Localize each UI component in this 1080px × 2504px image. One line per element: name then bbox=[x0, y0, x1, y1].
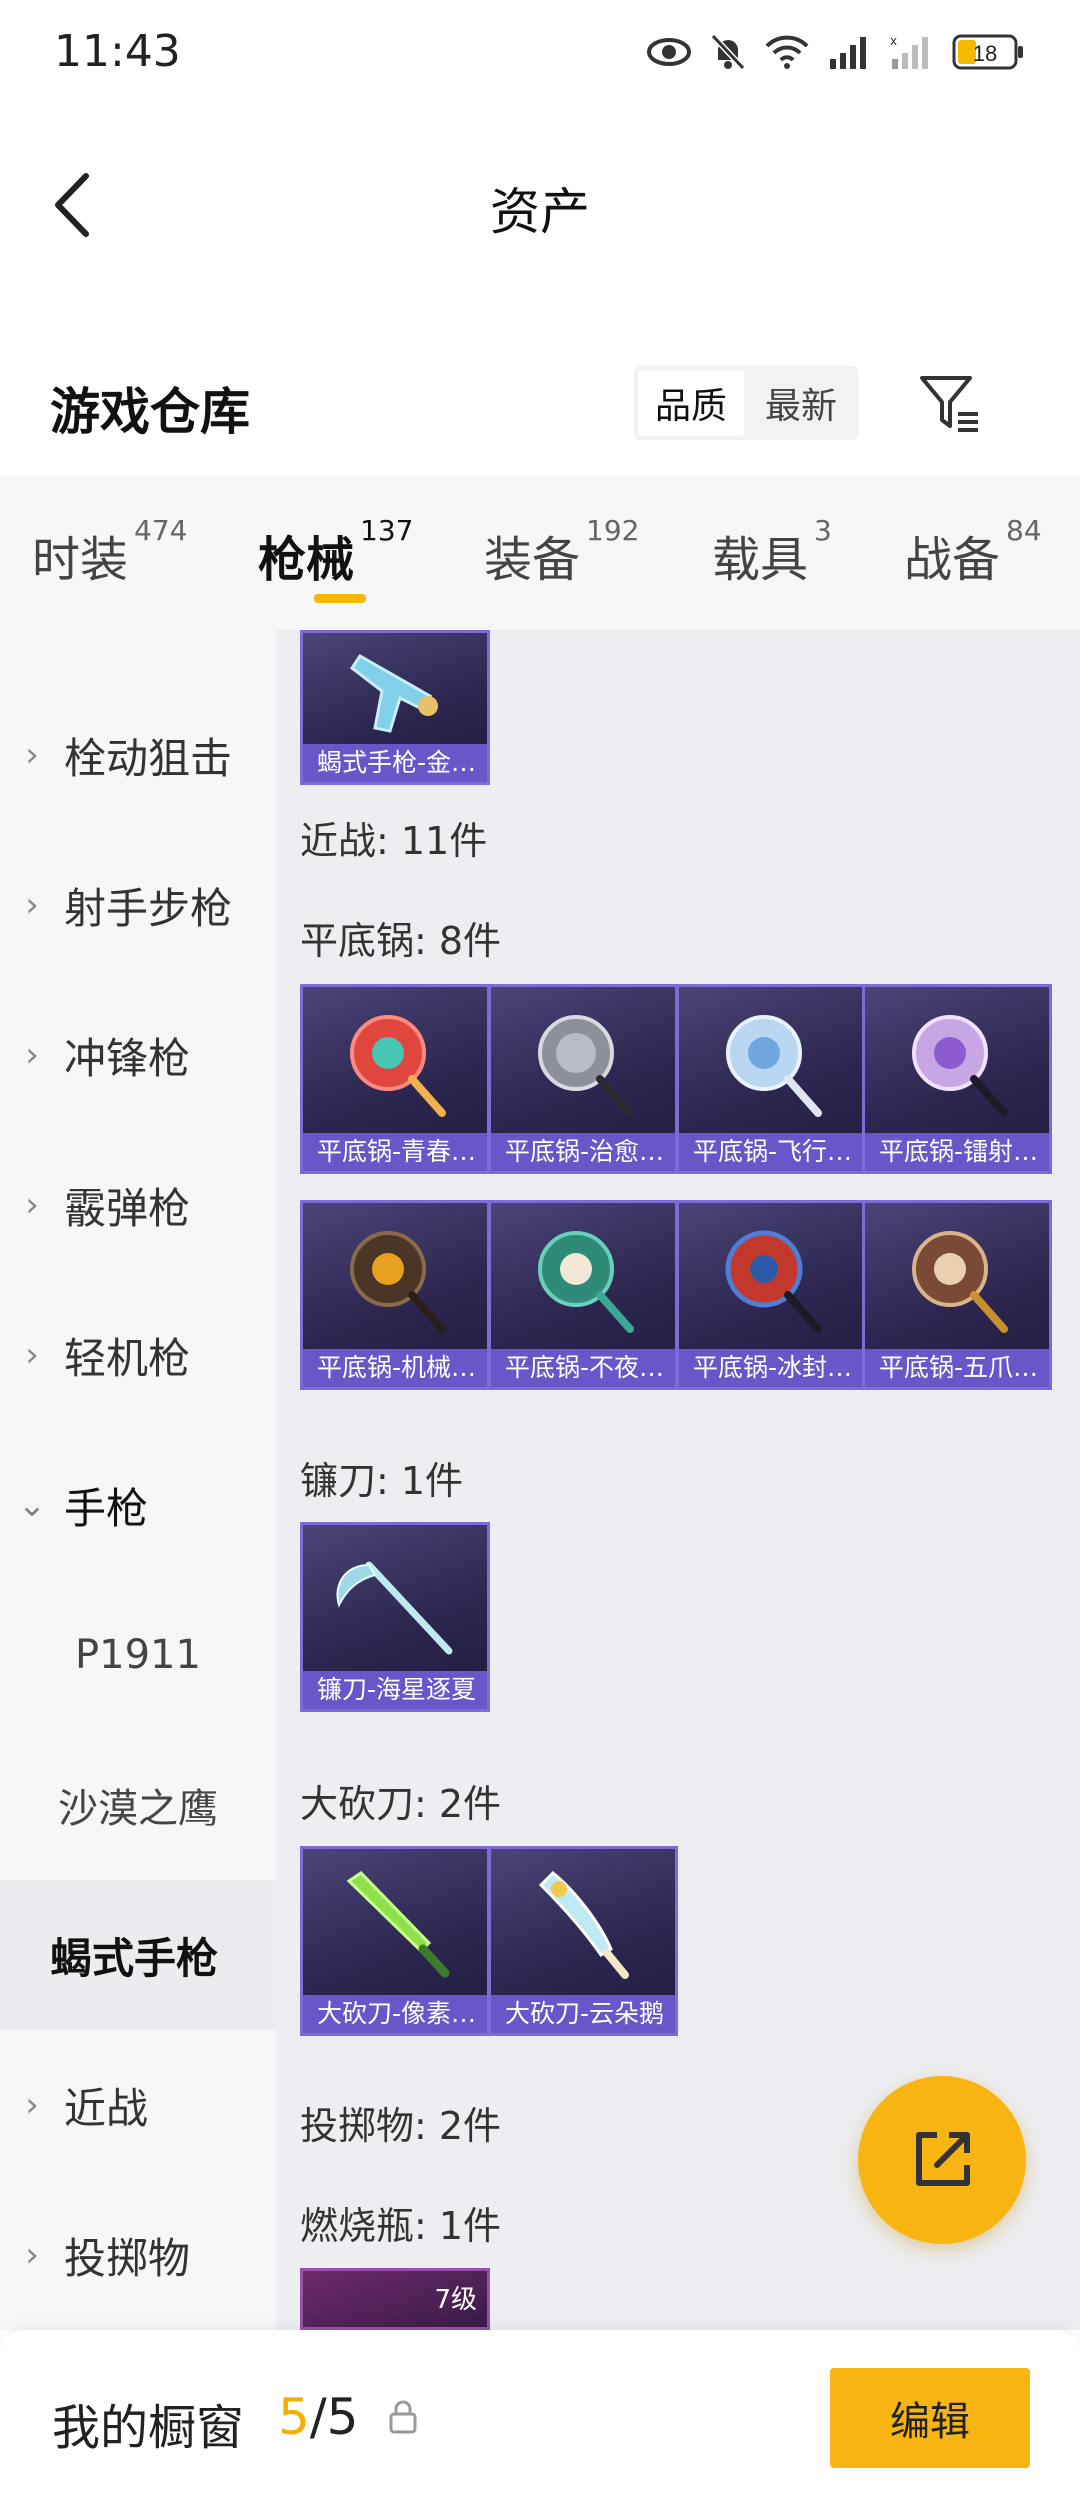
pistol-skin-image bbox=[303, 633, 487, 748]
tab-equipment[interactable]: 装备192 bbox=[484, 514, 639, 590]
sidebar-item-bolt-sniper[interactable]: › 栓动狙击 bbox=[0, 680, 276, 830]
share-icon bbox=[916, 2132, 970, 2186]
sickle-skin-image bbox=[303, 1525, 487, 1675]
machete-skin-image bbox=[303, 1849, 487, 1999]
item-card[interactable]: 平底锅-青春… bbox=[300, 984, 490, 1174]
section-header-machete: 大砍刀: 2件 bbox=[300, 1782, 502, 1826]
sidebar-subitem-p1911[interactable]: P1911 bbox=[0, 1580, 276, 1730]
battery-icon: 18 bbox=[952, 34, 1023, 70]
sort-newest-button[interactable]: 最新 bbox=[748, 366, 854, 440]
item-card[interactable]: 镰刀-海星逐夏 bbox=[300, 1522, 490, 1712]
section-header-sickle: 镰刀: 1件 bbox=[300, 1459, 464, 1503]
item-card[interactable]: 大砍刀-像素… bbox=[300, 1846, 490, 2036]
pan-skin-image bbox=[491, 1203, 675, 1353]
pan-skin-image bbox=[303, 1203, 487, 1353]
chevron-right-icon: › bbox=[25, 1335, 39, 1375]
sidebar-item-throwables[interactable]: › 投掷物 bbox=[0, 2180, 276, 2330]
item-card[interactable]: 平底锅-飞行… bbox=[676, 984, 866, 1174]
sidebar-item-shotgun[interactable]: › 霰弹枪 bbox=[0, 1130, 276, 1280]
filter-icon[interactable] bbox=[918, 372, 982, 436]
item-card[interactable]: 平底锅-镭射… bbox=[862, 984, 1052, 1174]
chevron-right-icon: › bbox=[25, 885, 39, 925]
sort-quality-button[interactable]: 品质 bbox=[638, 370, 744, 436]
item-card[interactable]: 平底锅-治愈… bbox=[488, 984, 678, 1174]
pan-skin-image bbox=[491, 987, 675, 1137]
item-card[interactable]: 平底锅-冰封… bbox=[676, 1200, 866, 1390]
item-card[interactable]: 平底锅-不夜… bbox=[488, 1200, 678, 1390]
warehouse-title: 游戏仓库 bbox=[50, 383, 250, 441]
status-icons: x 18 bbox=[646, 28, 1026, 76]
item-card[interactable]: 大砍刀-云朵鹅 bbox=[488, 1846, 678, 2036]
signal-weak-icon: x bbox=[890, 35, 928, 69]
section-header-throwables: 投掷物: 2件 bbox=[300, 2104, 502, 2148]
status-time: 11:43 bbox=[54, 26, 181, 77]
status-bar: 11:43 x 18 bbox=[0, 0, 1080, 104]
tab-firearms[interactable]: 枪械137 bbox=[258, 514, 413, 590]
level-badge: 7级 bbox=[434, 2285, 477, 2315]
tab-vehicles[interactable]: 载具3 bbox=[712, 514, 832, 590]
showcase-count: 5/5 bbox=[278, 2388, 359, 2446]
sidebar-item-melee[interactable]: › 近战 bbox=[0, 2030, 276, 2180]
wifi-icon bbox=[765, 35, 809, 69]
active-tab-indicator bbox=[314, 594, 366, 603]
section-header-pan: 平底锅: 8件 bbox=[300, 919, 502, 963]
tab-fashion[interactable]: 时装474 bbox=[32, 514, 187, 590]
machete-skin-image bbox=[491, 1849, 675, 1999]
bell-muted-icon bbox=[710, 33, 746, 71]
pan-skin-image bbox=[303, 987, 487, 1137]
showcase-label: 我的橱窗 bbox=[52, 2400, 245, 2456]
item-card[interactable]: 7级 bbox=[300, 2268, 490, 2330]
item-card[interactable]: 平底锅-机械… bbox=[300, 1200, 490, 1390]
sidebar-item-lmg[interactable]: › 轻机枪 bbox=[0, 1280, 276, 1430]
item-card[interactable]: 平底锅-五爪… bbox=[862, 1200, 1052, 1390]
sidebar-subitem-scorpion[interactable]: 蝎式手枪 bbox=[0, 1880, 276, 2030]
chevron-right-icon: › bbox=[25, 1185, 39, 1225]
chevron-right-icon: › bbox=[25, 1035, 39, 1075]
section-header-melee: 近战: 11件 bbox=[300, 819, 488, 863]
chevron-down-icon: ⌄ bbox=[17, 1485, 47, 1525]
sidebar-item-marksman-rifle[interactable]: › 射手步枪 bbox=[0, 830, 276, 980]
pan-skin-image bbox=[865, 1203, 1049, 1353]
pan-skin-image bbox=[865, 987, 1049, 1137]
svg-text:x: x bbox=[890, 35, 897, 48]
edit-button[interactable]: 编辑 bbox=[830, 2368, 1030, 2468]
item-card[interactable]: 蝎式手枪-金… bbox=[300, 630, 490, 785]
lock-icon bbox=[389, 2400, 417, 2434]
sidebar-subitem-desert-eagle[interactable]: 沙漠之鹰 bbox=[0, 1730, 276, 1880]
chevron-right-icon: › bbox=[25, 2235, 39, 2275]
eye-icon bbox=[647, 38, 691, 66]
chevron-right-icon: › bbox=[25, 2085, 39, 2125]
page-title: 资产 bbox=[490, 183, 590, 241]
section-header-molotov: 燃烧瓶: 1件 bbox=[300, 2204, 502, 2248]
sort-toggle: 品质 最新 bbox=[634, 366, 858, 440]
share-button[interactable] bbox=[858, 2076, 1026, 2244]
pan-skin-image bbox=[679, 1203, 863, 1353]
signal-icon bbox=[830, 37, 866, 69]
pan-skin-image bbox=[679, 987, 863, 1137]
sidebar-item-smg[interactable]: › 冲锋枪 bbox=[0, 980, 276, 1130]
tab-supplies[interactable]: 战备84 bbox=[904, 514, 1042, 590]
chevron-right-icon: › bbox=[25, 735, 39, 775]
svg-text:18: 18 bbox=[973, 41, 997, 66]
sidebar-item-pistol[interactable]: ⌄ 手枪 bbox=[0, 1430, 276, 1580]
